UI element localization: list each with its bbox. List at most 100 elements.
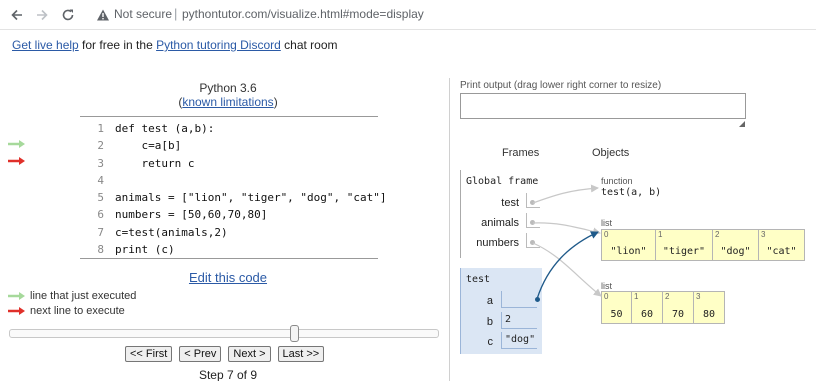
pointer-dot-test [530, 200, 535, 205]
line-number: 8 [97, 243, 104, 257]
forward-icon[interactable] [33, 6, 51, 24]
line-number: 6 [97, 208, 104, 222]
code-text: def test (a,b): [115, 122, 215, 135]
code-text: c=test(animals,2) [115, 225, 228, 239]
next-legend-icon [8, 307, 25, 315]
line-number: 5 [97, 191, 104, 205]
discord-link[interactable]: Python tutoring Discord [156, 38, 281, 52]
url-separator: | [174, 6, 178, 21]
list-cell: 3 "cat" [759, 229, 805, 261]
limitations-line: (known limitations) [80, 95, 376, 109]
print-output-label: Print output (drag lower right corner to… [460, 80, 662, 91]
frame-var-b: b [486, 316, 493, 328]
cell-value: "tiger" [662, 246, 706, 257]
print-output-box[interactable] [460, 93, 746, 119]
cell-index: 2 [715, 230, 720, 239]
test-frame-title: test [466, 274, 491, 285]
frames-header: Frames [502, 147, 540, 159]
prev-button[interactable]: < Prev [179, 346, 222, 362]
list-cell: 0 "lion" [601, 229, 656, 261]
address-bar[interactable]: pythontutor.com/visualize.html#mode=disp… [182, 7, 424, 21]
step-slider[interactable] [9, 329, 439, 338]
cell-value: 50 [610, 309, 623, 320]
executed-legend-icon [8, 292, 25, 300]
list-numbers-type: list [601, 281, 612, 291]
list-cell: 1 "tiger" [656, 229, 713, 261]
frame-value-a [501, 291, 537, 308]
function-type-label: function [601, 176, 633, 186]
pointer-dot-a [535, 297, 540, 302]
pointer-dot-animals [530, 220, 535, 225]
pointer-test-to-function [532, 184, 599, 204]
list-animals-type: list [601, 218, 612, 228]
code-line: 6 numbers = [50,60,70,80] [80, 206, 378, 223]
warning-icon[interactable] [96, 8, 110, 22]
line-number: 1 [97, 122, 104, 135]
step-slider-handle[interactable] [290, 325, 299, 342]
security-label[interactable]: Not secure [114, 7, 172, 21]
list-cell: 2 "dog" [713, 229, 759, 261]
pointer-animals-to-list [532, 222, 601, 236]
paren-close: ) [273, 95, 278, 109]
list-cell: 0 50 [601, 291, 632, 324]
reload-icon[interactable] [59, 6, 77, 24]
cell-index: 1 [658, 230, 663, 239]
language-label: Python 3.6 [199, 81, 257, 95]
pointer-numbers-to-list [532, 242, 602, 297]
global-frame-title: Global frame [466, 176, 539, 187]
global-var-test: test [501, 197, 519, 209]
next-arrow-icon [8, 157, 25, 165]
help-text: for free in the [78, 38, 157, 52]
code-listing: 1 def test (a,b): 2 c=a[b] 3 return c 4 5 anim… [80, 120, 386, 258]
pointer-a-to-list [536, 231, 599, 300]
step-counter: Step 7 of 9 [198, 368, 258, 381]
code-line: 8 print (c) [80, 241, 378, 258]
frame-value-b: 2 [501, 312, 537, 329]
line-number: 4 [97, 173, 104, 187]
global-var-numbers: numbers [476, 237, 519, 249]
known-limitations-link[interactable]: known limitations [182, 95, 273, 109]
pointer-dot-numbers [530, 240, 535, 245]
cell-value: 60 [640, 309, 654, 320]
global-var-animals: animals [481, 217, 519, 229]
frame-var-a: a [486, 295, 493, 307]
cell-index: 0 [604, 230, 609, 239]
next-button[interactable]: Next > [228, 346, 271, 362]
back-icon[interactable] [8, 6, 26, 24]
resize-grip-icon[interactable] [739, 121, 745, 127]
code-text: animals = ["lion", "tiger", "dog", "cat"… [115, 191, 387, 205]
list-cell: 3 80 [694, 291, 725, 324]
line-number: 7 [97, 225, 104, 239]
legend-executed-label: line that just executed [30, 290, 137, 302]
legend-next-label: next line to execute [30, 305, 125, 317]
line-number: 3 [97, 156, 104, 170]
code-text: c=a[b] [115, 139, 182, 153]
live-help-link[interactable]: Get live help [12, 38, 79, 52]
objects-header: Objects [592, 147, 630, 159]
list-cell: 1 60 [632, 291, 663, 324]
code-line: 3 return c [80, 155, 378, 172]
frame-var-c: c [487, 336, 494, 348]
browser-toolbar: Not secure | pythontutor.com/visualize.h… [0, 0, 816, 30]
code-line: 5 animals = ["lion", "tiger", "dog", "cat… [80, 189, 386, 206]
help-line: Get live help for free in the Python tut… [12, 38, 338, 52]
legend-next: next line to execute [8, 305, 125, 317]
last-button[interactable]: Last >> [277, 346, 325, 362]
executed-arrow-icon [8, 140, 25, 148]
code-bottom-rule [80, 258, 378, 259]
code-text: return c [115, 156, 195, 170]
cell-value: "cat" [766, 246, 797, 257]
step-navigation: << First < Prev Next > Last >> [125, 346, 325, 362]
code-top-rule [80, 116, 378, 117]
cell-value: "lion" [610, 246, 647, 257]
edit-code-link[interactable]: Edit this code [80, 270, 376, 285]
code-line: 7 c=test(animals,2) [80, 224, 378, 241]
cell-value: 80 [702, 309, 716, 320]
function-signature: test(a, b) [601, 187, 662, 198]
list-cell: 2 70 [663, 291, 694, 324]
cell-value: "dog" [720, 246, 751, 257]
cell-value: 70 [671, 309, 685, 320]
code-line: 1 def test (a,b): [80, 120, 378, 137]
first-button[interactable]: << First [125, 346, 173, 362]
cell-index: 3 [696, 292, 701, 301]
